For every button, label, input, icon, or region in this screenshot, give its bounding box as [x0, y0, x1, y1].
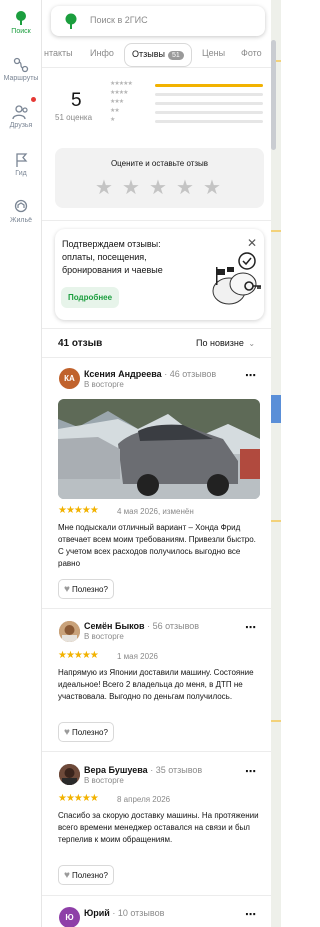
star-group-icon: ★★: [110, 108, 120, 114]
housing-icon: [14, 199, 28, 213]
rating-bar-row: ★★★★★: [110, 81, 266, 90]
rate-star-icon[interactable]: ★: [149, 175, 167, 200]
rating-bar-row: ★★★★: [110, 90, 266, 99]
heart-icon: ♥: [64, 584, 70, 595]
helpful-button[interactable]: ♥ Полезно?: [58, 865, 114, 885]
review-count-badge: 51: [167, 51, 184, 60]
review-date: 8 апреля 2026: [117, 795, 171, 804]
rail-item-friends[interactable]: Друзья: [0, 104, 42, 129]
tab-photos[interactable]: Фото: [241, 48, 262, 58]
rating-bar-row: ★★: [110, 108, 266, 117]
rating-count: 51 оценка: [55, 113, 93, 122]
rail-item-housing[interactable]: Жильё: [0, 199, 42, 224]
review-photo[interactable]: [58, 399, 260, 499]
reviewer-name[interactable]: Вера Бушуева · 35 отзывов: [84, 765, 202, 775]
reviewer-name[interactable]: Семён Быков · 56 отзывов: [84, 621, 199, 631]
review-text: Напрямую из Японии доставили машину. Сос…: [58, 668, 254, 701]
avatar: [59, 621, 80, 642]
star-group-icon: ★★★★★: [110, 81, 133, 87]
tab-reviews[interactable]: Отзывы 51: [124, 43, 192, 67]
tab-prices[interactable]: Цены: [202, 48, 225, 58]
rail-item-label: Поиск: [11, 28, 31, 35]
review-date: 1 мая 2026: [117, 652, 158, 661]
pin-icon: [16, 11, 26, 25]
reviewer-mood: В восторге: [84, 632, 124, 641]
close-icon[interactable]: ✕: [247, 236, 257, 250]
heart-icon: ♥: [64, 727, 70, 738]
star-group-icon: ★: [110, 117, 115, 123]
more-options-icon[interactable]: ⋯: [245, 621, 257, 634]
rate-star-icon[interactable]: ★: [95, 175, 113, 200]
rating-bar-fill: [155, 84, 263, 87]
rail-item-search[interactable]: Поиск: [0, 10, 42, 35]
rating-bar-row: ★★★: [110, 99, 266, 108]
verified-reviews-text: Подтверждаем отзывы: оплаты, посещения, …: [62, 239, 163, 275]
helpful-button[interactable]: ♥ Полезно?: [58, 579, 114, 599]
review-rating: ★★★★★: [58, 793, 99, 804]
tab-info[interactable]: Инфо: [90, 48, 114, 58]
rating-value: 5: [71, 90, 82, 111]
route-icon: [13, 57, 29, 73]
helpful-button[interactable]: ♥ Полезно?: [58, 722, 114, 742]
review-rating: ★★★★★: [58, 505, 99, 516]
more-options-icon[interactable]: ⋯: [245, 765, 257, 778]
avatar: КА: [59, 368, 80, 389]
reviewer-name[interactable]: Юрий · 10 отзывов: [84, 908, 164, 918]
star-group-icon: ★★★: [110, 99, 124, 105]
verified-reviews-card: Подтверждаем отзывы: оплаты, посещения, …: [55, 229, 264, 320]
tab-contacts[interactable]: нтакты: [44, 48, 73, 58]
nav-rail: Поиск Маршруты Друзья Гид Жильё: [0, 0, 42, 927]
rail-item-label: Друзья: [9, 122, 33, 129]
review-rating: ★★★★★: [58, 650, 99, 661]
notification-badge: [31, 97, 36, 102]
rail-item-label: Жильё: [10, 217, 32, 224]
rail-item-label: Гид: [15, 170, 27, 177]
brand-pin-icon: [65, 13, 77, 29]
reviews-count: 41 отзыв: [58, 338, 103, 349]
review-date: 4 мая 2026, изменён: [117, 507, 194, 516]
reviewer-mood: В восторге: [84, 776, 124, 785]
more-options-icon[interactable]: ⋯: [245, 369, 257, 382]
friends-icon: [12, 105, 28, 120]
rating-bar-row: ★: [110, 117, 266, 126]
sort-label: По новизне: [196, 338, 244, 348]
tab-label: Отзывы: [132, 49, 165, 59]
rail-item-label: Маршруты: [3, 75, 39, 82]
place-panel: Поиск в 2ГИС нтакты Инфо Отзывы 51 Цены Ф…: [42, 0, 271, 927]
search-bar[interactable]: Поиск в 2ГИС: [51, 6, 265, 36]
rating-bar-track: [155, 102, 263, 105]
more-options-icon[interactable]: ⋯: [245, 908, 257, 921]
flag-icon: [16, 153, 28, 167]
review-text: Спасибо за скорую доставку машины. На пр…: [58, 811, 259, 844]
rate-prompt-text: Оцените и оставьте отзыв: [110, 159, 209, 168]
rate-star-icon[interactable]: ★: [203, 175, 221, 200]
rating-bar-track: [155, 120, 263, 123]
rate-prompt: Оцените и оставьте отзыв ★ ★ ★ ★ ★: [55, 148, 264, 208]
rail-item-guide[interactable]: Гид: [0, 152, 42, 177]
star-group-icon: ★★★★: [110, 90, 128, 96]
avatar: Ю: [59, 907, 80, 927]
rate-star-icon[interactable]: ★: [176, 175, 194, 200]
rating-bar-track: [155, 93, 263, 96]
reviewer-name[interactable]: Ксения Андреева · 46 отзывов: [84, 369, 216, 379]
tabs-bar: нтакты Инфо Отзывы 51 Цены Фото: [42, 42, 271, 68]
search-input[interactable]: Поиск в 2ГИС: [90, 15, 148, 25]
rate-star-icon[interactable]: ★: [122, 175, 140, 200]
sort-dropdown[interactable]: По новизне ⌄: [196, 338, 255, 348]
review-text: Мне подыскали отличный вариант – Хонда Ф…: [58, 523, 256, 568]
heart-icon: ♥: [64, 870, 70, 881]
rating-bar-track: [155, 111, 263, 114]
verification-illustration-icon: [212, 252, 261, 305]
chevron-down-icon: ⌄: [248, 339, 256, 348]
rating-bar-track: [155, 84, 263, 87]
avatar: [59, 764, 80, 785]
more-button[interactable]: Подробнее: [61, 287, 120, 308]
reviewer-mood: В восторге: [84, 380, 124, 389]
panel-scrollbar[interactable]: [271, 40, 276, 150]
rail-item-routes[interactable]: Маршруты: [0, 57, 42, 82]
